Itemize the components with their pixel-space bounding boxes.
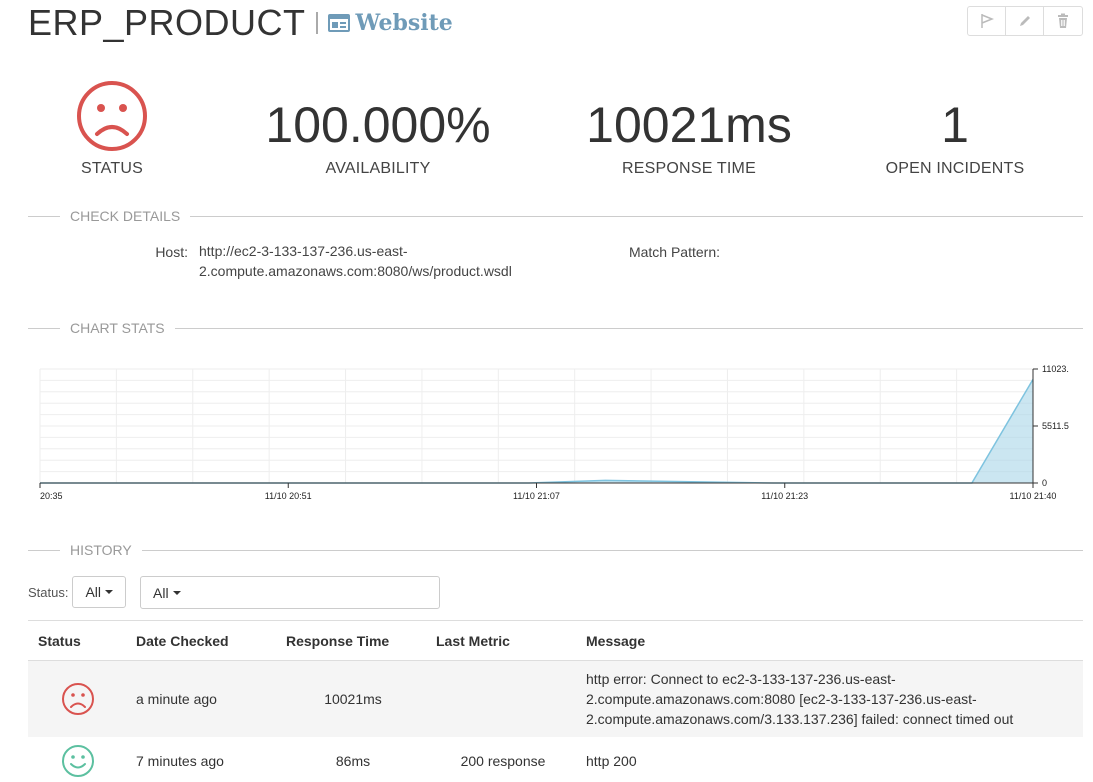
x-tick-label: 11/10 20:51 <box>265 491 312 501</box>
series-line <box>40 378 1034 484</box>
message-line: http error: Connect to ec2-3-133-137-236… <box>586 671 896 687</box>
flag-icon <box>980 14 994 28</box>
delete-button[interactable] <box>1044 7 1082 35</box>
row-status <box>28 682 128 716</box>
divider <box>190 215 1083 217</box>
message-line: 2.compute.amazonaws.com:8080 [ec2-3-133-… <box>586 691 977 707</box>
page-header: ERP_PRODUCT Website <box>28 2 453 44</box>
open-incidents-label: OPEN INCIDENTS <box>885 160 1025 177</box>
row-response-time: 10021ms <box>324 691 382 707</box>
caret-down-icon <box>172 590 181 595</box>
status-filter-label: Status: <box>28 584 69 600</box>
x-tick-label: 11/10 21:07 <box>513 491 560 501</box>
row-status <box>28 744 128 778</box>
message-line: 2.compute.amazonaws.com/3.133.137.236] f… <box>586 711 1014 727</box>
series-area <box>40 379 1033 483</box>
stat-status: STATUS <box>62 80 162 178</box>
response-time-value: 10021ms <box>586 97 792 153</box>
row-last-metric: 200 response <box>460 753 546 769</box>
row-message: http 200 <box>586 753 637 769</box>
response-time-label: RESPONSE TIME <box>622 160 756 177</box>
history-header: HISTORY <box>28 540 1083 560</box>
status-label: STATUS <box>81 160 143 177</box>
row-date: a minute ago <box>136 691 217 707</box>
header-actions <box>967 6 1083 36</box>
pencil-icon <box>1019 16 1030 26</box>
chart-stats-header: CHART STATS <box>28 318 1083 338</box>
x-tick-label: 11/10 21:40 <box>1010 491 1057 501</box>
open-incidents-value: 1 <box>941 97 969 153</box>
availability-value: 100.000% <box>265 97 491 153</box>
row-response-time: 86ms <box>335 753 371 769</box>
column-header[interactable]: Response Time <box>278 633 428 649</box>
divider <box>28 215 60 217</box>
column-header[interactable]: Status <box>28 633 128 649</box>
page-title: ERP_PRODUCT <box>28 2 306 43</box>
table-row[interactable]: 7 minutes ago 86ms 200 response http 200 <box>28 737 1083 782</box>
host-value-line: 2.compute.amazonaws.com:8080/ws/product.… <box>199 263 512 279</box>
stat-response-time: 10021ms RESPONSE TIME <box>539 80 839 178</box>
check-type-link[interactable]: Website <box>327 10 453 36</box>
divider <box>141 549 1083 551</box>
history-table: Status Date Checked Response Time Last M… <box>28 620 1083 782</box>
stat-availability: 100.000% AVAILABILITY <box>228 80 528 178</box>
section-title: CHART STATS <box>70 320 165 336</box>
type-filter-dropdown[interactable]: All <box>140 576 440 609</box>
type-filter-value: All <box>153 584 169 601</box>
sad-face-icon <box>77 81 147 151</box>
check-details-header: CHECK DETAILS <box>28 206 1083 226</box>
x-tick-label: 20:35 <box>40 491 63 501</box>
history-filters: Status: All <box>28 576 127 608</box>
section-title: CHECK DETAILS <box>70 208 181 224</box>
host-value-line: http://ec2-3-133-137-236.us-east- <box>199 243 408 259</box>
divider <box>28 327 60 329</box>
x-tick-label: 11/10 21:23 <box>761 491 808 501</box>
match-pattern-label: Match Pattern: <box>628 244 720 260</box>
host-value: http://ec2-3-133-137-236.us-east- 2.comp… <box>199 241 512 281</box>
y-tick-label: 0 <box>1042 478 1047 488</box>
divider <box>174 327 1083 329</box>
browser-window-icon <box>327 14 350 32</box>
y-tick-label: 5511.5 <box>1042 421 1069 431</box>
table-row[interactable]: a minute ago 10021ms http error: Connect… <box>28 661 1083 737</box>
row-message: http error: Connect to ec2-3-133-137-236… <box>578 669 1083 729</box>
status-filter-dropdown[interactable]: All <box>72 576 127 608</box>
edit-button[interactable] <box>1006 7 1044 35</box>
stat-open-incidents: 1 OPEN INCIDENTS <box>855 80 1055 178</box>
trash-icon <box>1058 13 1068 28</box>
happy-face-icon <box>62 745 94 777</box>
title-divider <box>315 12 318 34</box>
row-date: 7 minutes ago <box>136 753 224 769</box>
response-time-chart: 20:35 11/10 20:51 11/10 21:07 11/10 21:23 11… <box>39 364 1069 501</box>
column-header[interactable]: Message <box>578 631 1083 651</box>
sad-face-icon <box>62 683 94 715</box>
flag-button[interactable] <box>968 7 1006 35</box>
section-title: HISTORY <box>70 542 132 558</box>
caret-down-icon <box>105 590 114 594</box>
status-filter-value: All <box>85 584 102 600</box>
host-label: Host: <box>155 244 188 260</box>
divider <box>28 549 60 551</box>
column-header[interactable]: Date Checked <box>128 633 278 649</box>
y-tick-label: 11023. <box>1042 364 1069 374</box>
check-type-label: Website <box>355 10 453 36</box>
status-face <box>62 80 162 160</box>
table-header: Status Date Checked Response Time Last M… <box>28 621 1083 661</box>
column-header[interactable]: Last Metric <box>428 633 578 649</box>
